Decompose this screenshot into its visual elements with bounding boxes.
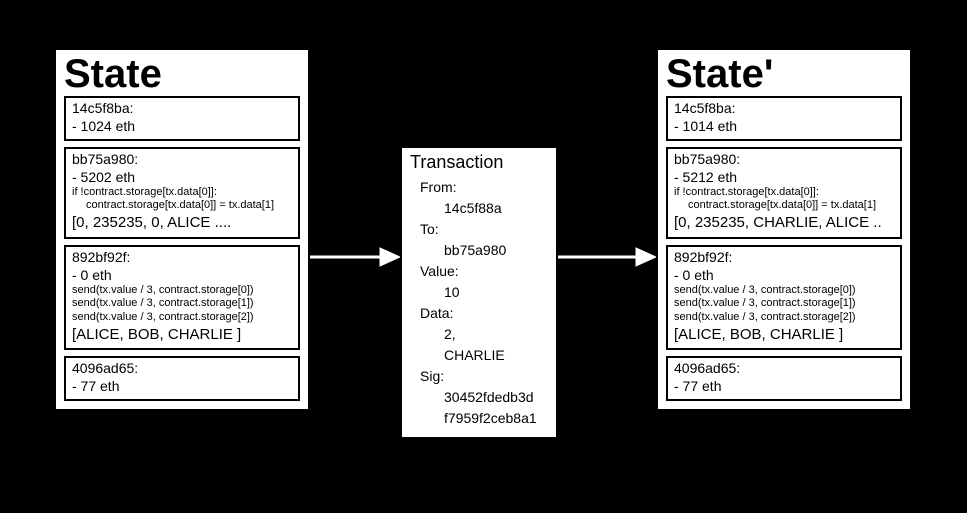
code-line: contract.storage[tx.data[0]] = tx.data[1… — [72, 199, 292, 212]
code-line: send(tx.value / 3, contract.storage[0]) — [674, 284, 894, 297]
balance: - 5202 eth — [72, 169, 292, 187]
addr: bb75a980: — [72, 151, 292, 169]
state-entry: bb75a980: - 5212 eth if !contract.storag… — [666, 147, 902, 239]
state-prime-panel: State' 14c5f8ba: - 1014 eth bb75a980: - … — [656, 48, 912, 411]
state-entry: 4096ad65: - 77 eth — [666, 356, 902, 401]
state-title: State — [64, 54, 300, 94]
from-value: 14c5f88a — [420, 198, 548, 219]
code-line: send(tx.value / 3, contract.storage[2]) — [674, 311, 894, 324]
state-entry: bb75a980: - 5202 eth if !contract.storag… — [64, 147, 300, 239]
sig-value: 30452fdedb3d — [420, 387, 548, 408]
balance: - 5212 eth — [674, 169, 894, 187]
state-entry: 892bf92f: - 0 eth send(tx.value / 3, con… — [666, 245, 902, 350]
addr: 892bf92f: — [72, 249, 292, 267]
code-line: send(tx.value / 3, contract.storage[0]) — [72, 284, 292, 297]
transaction-title: Transaction — [410, 152, 548, 173]
code-line: if !contract.storage[tx.data[0]]: — [72, 186, 292, 199]
data-value: 2, — [420, 324, 548, 345]
transaction-body: From: 14c5f88a To: bb75a980 Value: 10 Da… — [410, 177, 548, 429]
balance: - 0 eth — [674, 267, 894, 285]
code-line: send(tx.value / 3, contract.storage[2]) — [72, 311, 292, 324]
state-panel: State 14c5f8ba: - 1024 eth bb75a980: - 5… — [54, 48, 310, 411]
addr: 4096ad65: — [72, 360, 292, 378]
to-value: bb75a980 — [420, 240, 548, 261]
from-label: From: — [420, 177, 548, 198]
value-label: Value: — [420, 261, 548, 282]
data-label: Data: — [420, 303, 548, 324]
sig-label: Sig: — [420, 366, 548, 387]
storage: [0, 235235, CHARLIE, ALICE .. — [674, 214, 894, 233]
to-label: To: — [420, 219, 548, 240]
sig-value: f7959f2ceb8a1 — [420, 408, 548, 429]
balance: - 77 eth — [674, 378, 894, 396]
storage: [0, 235235, 0, ALICE .... — [72, 214, 292, 233]
state-entry: 892bf92f: - 0 eth send(tx.value / 3, con… — [64, 245, 300, 350]
addr: bb75a980: — [674, 151, 894, 169]
arrow-icon — [310, 242, 400, 272]
arrow-icon — [558, 242, 656, 272]
balance: - 77 eth — [72, 378, 292, 396]
state-entry: 14c5f8ba: - 1014 eth — [666, 96, 902, 141]
code-line: contract.storage[tx.data[0]] = tx.data[1… — [674, 199, 894, 212]
balance: - 1014 eth — [674, 118, 894, 136]
state-prime-title: State' — [666, 54, 902, 94]
balance: - 1024 eth — [72, 118, 292, 136]
code-line: if !contract.storage[tx.data[0]]: — [674, 186, 894, 199]
state-entry: 14c5f8ba: - 1024 eth — [64, 96, 300, 141]
data-value: CHARLIE — [420, 345, 548, 366]
balance: - 0 eth — [72, 267, 292, 285]
storage: [ALICE, BOB, CHARLIE ] — [72, 326, 292, 345]
state-entry: 4096ad65: - 77 eth — [64, 356, 300, 401]
transaction-panel: Transaction From: 14c5f88a To: bb75a980 … — [400, 146, 558, 439]
addr: 14c5f8ba: — [674, 100, 894, 118]
code-line: send(tx.value / 3, contract.storage[1]) — [674, 297, 894, 310]
addr: 4096ad65: — [674, 360, 894, 378]
addr: 892bf92f: — [674, 249, 894, 267]
code-line: send(tx.value / 3, contract.storage[1]) — [72, 297, 292, 310]
addr: 14c5f8ba: — [72, 100, 292, 118]
storage: [ALICE, BOB, CHARLIE ] — [674, 326, 894, 345]
value-value: 10 — [420, 282, 548, 303]
